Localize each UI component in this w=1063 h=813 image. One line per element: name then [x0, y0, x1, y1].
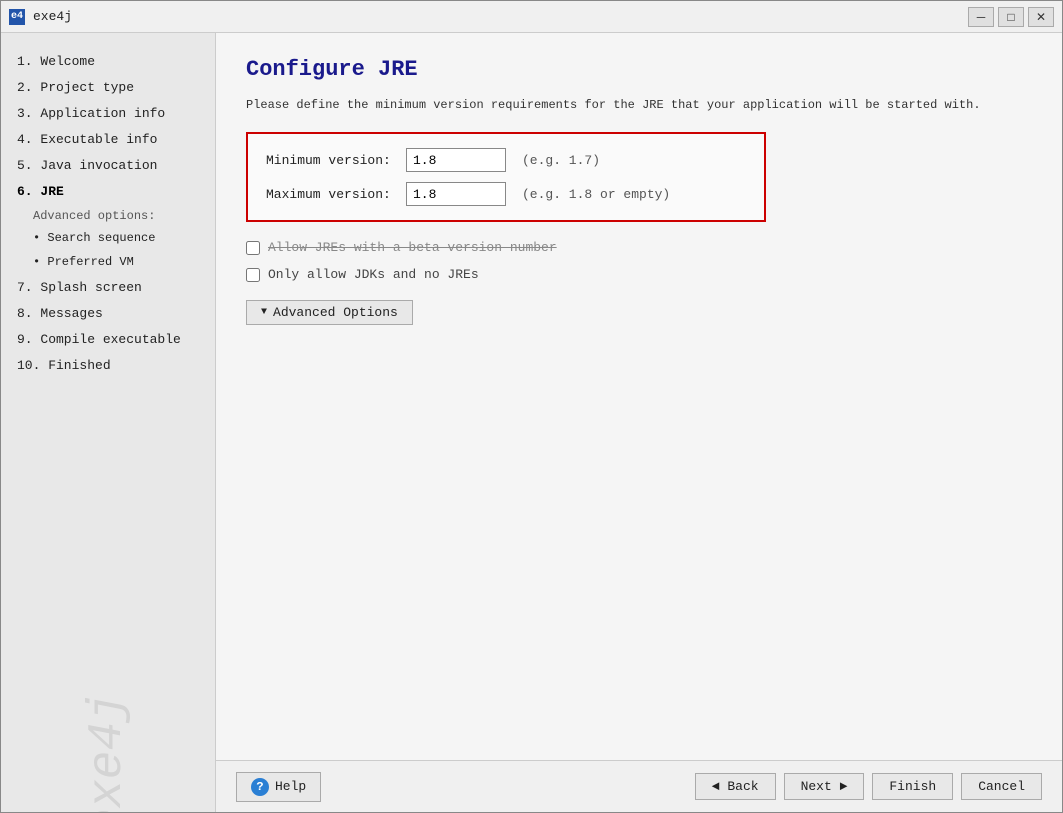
close-button[interactable]: ✕	[1028, 7, 1054, 27]
bottom-right: ◄ Back Next ► Finish Cancel	[695, 773, 1042, 800]
titlebar: e4 exe4j ─ □ ✕	[1, 1, 1062, 33]
version-box: Minimum version: (e.g. 1.7) Maximum vers…	[246, 132, 766, 222]
jdk-checkbox[interactable]	[246, 268, 260, 282]
bottom-bar: ? Help ◄ Back Next ► Finish Cancel	[216, 760, 1062, 812]
sidebar-item-splash[interactable]: 7. Splash screen	[13, 275, 203, 301]
help-label: Help	[275, 779, 306, 794]
advanced-options-arrow: ▼	[261, 307, 267, 318]
jdk-checkbox-label: Only allow JDKs and no JREs	[268, 267, 479, 282]
sidebar-item-jre[interactable]: 6. JRE	[13, 179, 203, 205]
help-icon: ?	[251, 778, 269, 796]
min-version-hint: (e.g. 1.7)	[522, 153, 600, 168]
max-version-input[interactable]	[406, 182, 506, 206]
beta-checkbox-row: Allow JREs with a beta version number	[246, 240, 1032, 255]
beta-checkbox-label: Allow JREs with a beta version number	[268, 240, 557, 255]
panel-body: Configure JRE Please define the minimum …	[216, 33, 1062, 760]
content-panel: Configure JRE Please define the minimum …	[216, 33, 1062, 812]
main-window: e4 exe4j ─ □ ✕ 1. Welcome 2. Project typ…	[0, 0, 1063, 813]
back-button[interactable]: ◄ Back	[695, 773, 776, 800]
page-description: Please define the minimum version requir…	[246, 96, 1032, 114]
page-title: Configure JRE	[246, 57, 1032, 82]
main-content: 1. Welcome 2. Project type 3. Applicatio…	[1, 33, 1062, 812]
finish-button[interactable]: Finish	[872, 773, 953, 800]
help-button[interactable]: ? Help	[236, 772, 321, 802]
max-version-hint: (e.g. 1.8 or empty)	[522, 187, 670, 202]
max-version-label: Maximum version:	[266, 187, 406, 202]
min-version-row: Minimum version: (e.g. 1.7)	[266, 148, 746, 172]
sidebar-item-welcome[interactable]: 1. Welcome	[13, 49, 203, 75]
window-controls: ─ □ ✕	[968, 7, 1054, 27]
sidebar-watermark: exe4j	[81, 693, 135, 812]
min-version-input[interactable]	[406, 148, 506, 172]
sidebar-item-exec-info[interactable]: 4. Executable info	[13, 127, 203, 153]
sidebar-item-search-seq[interactable]: • Search sequence	[13, 226, 203, 250]
sidebar-item-compile[interactable]: 9. Compile executable	[13, 327, 203, 353]
bottom-left: ? Help	[236, 772, 321, 802]
beta-checkbox[interactable]	[246, 241, 260, 255]
sidebar-item-preferred-vm[interactable]: • Preferred VM	[13, 250, 203, 274]
sidebar-item-app-info[interactable]: 3. Application info	[13, 101, 203, 127]
advanced-options-button[interactable]: ▼ Advanced Options	[246, 300, 413, 325]
sidebar-item-messages[interactable]: 8. Messages	[13, 301, 203, 327]
sidebar-item-java-invoc[interactable]: 5. Java invocation	[13, 153, 203, 179]
app-icon: e4	[9, 9, 25, 25]
min-version-label: Minimum version:	[266, 153, 406, 168]
minimize-button[interactable]: ─	[968, 7, 994, 27]
next-button[interactable]: Next ►	[784, 773, 865, 800]
sidebar: 1. Welcome 2. Project type 3. Applicatio…	[1, 33, 216, 812]
sidebar-adv-options-label: Advanced options:	[13, 206, 203, 226]
sidebar-item-finished[interactable]: 10. Finished	[13, 353, 203, 379]
maximize-button[interactable]: □	[998, 7, 1024, 27]
window-title: exe4j	[33, 9, 968, 24]
max-version-row: Maximum version: (e.g. 1.8 or empty)	[266, 182, 746, 206]
cancel-button[interactable]: Cancel	[961, 773, 1042, 800]
jdk-checkbox-row: Only allow JDKs and no JREs	[246, 267, 1032, 282]
advanced-options-label: Advanced Options	[273, 305, 398, 320]
sidebar-item-project-type[interactable]: 2. Project type	[13, 75, 203, 101]
